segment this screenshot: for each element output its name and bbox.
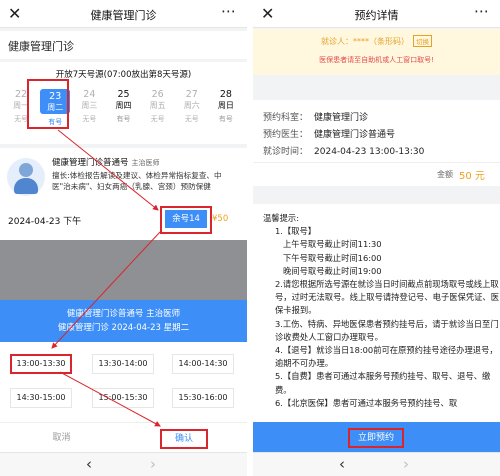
forward-icon[interactable]: › xyxy=(150,455,156,473)
tip-item: 5.【自费】患者可通过本服务号预约挂号、取号、退号、缴费。 xyxy=(275,371,491,395)
patient-notice: 就诊人：****（条形码） 切换 医保患者请至自助机或人工窗口取号! xyxy=(253,29,500,75)
highlight-box-day xyxy=(27,79,69,129)
time-slot-1530[interactable]: 15:30-16:00 xyxy=(172,388,234,408)
tip-item: 下午号取号截止时间16:00 xyxy=(283,252,382,263)
department-name: 健康管理门诊 xyxy=(0,31,247,59)
day-item-28[interactable]: 28 周日 有号 xyxy=(211,86,241,130)
back-icon[interactable]: ‹ xyxy=(86,455,92,473)
right-header: ✕ 预约详情 ⋯ xyxy=(253,0,500,28)
time-slot-1500[interactable]: 15:00-15:30 xyxy=(92,388,154,408)
confirm-button[interactable]: 确认 xyxy=(160,429,208,449)
tips-title: 温馨提示: xyxy=(263,213,299,223)
day-item-27[interactable]: 27 周六 无号 xyxy=(177,86,207,130)
left-screen: ✕ 健康管理门诊 ⋯ 健康管理门诊 开放7天号源(07:00放出第8天号源) 2… xyxy=(0,0,247,476)
day-item-25[interactable]: 25 周四 有号 xyxy=(108,86,138,130)
sheet-header: 健康管理门诊普通号 主治医师 健康管理门诊 2024-04-23 星期二 xyxy=(0,300,247,342)
tip-item: 晚间号取号截止时间19:00 xyxy=(283,265,382,276)
time-slot-1330[interactable]: 13:30-14:00 xyxy=(92,354,154,374)
modal-overlay[interactable] xyxy=(0,240,247,300)
info-row-time: 就诊时间： 2024-04-23 13:00-13:30 xyxy=(263,147,425,157)
left-header: ✕ 健康管理门诊 ⋯ xyxy=(0,0,247,28)
switch-patient-button[interactable]: 切换 xyxy=(413,35,432,47)
price-label: ¥50 xyxy=(212,214,229,224)
highlight-box-remaining xyxy=(160,206,212,234)
slot-date: 2024-04-23 下午 xyxy=(8,217,82,227)
day-item-26[interactable]: 26 周五 无号 xyxy=(143,86,173,130)
insurance-note: 医保患者请至自助机或人工窗口取号! xyxy=(319,56,434,64)
doctor-avatar xyxy=(7,158,45,196)
tips-panel: 温馨提示: 1.【取号】 上午号取号截止时间11:30 下午号取号截止时间16:… xyxy=(253,204,500,422)
patient-line: 就诊人：****（条形码） xyxy=(321,37,409,46)
day-item-24[interactable]: 24 周三 无号 xyxy=(74,86,104,130)
back-icon[interactable]: ‹ xyxy=(339,455,345,473)
cancel-button[interactable]: 取消 xyxy=(0,423,123,453)
action-bar: 取消 确认 xyxy=(0,422,247,452)
time-slot-1400[interactable]: 14:00-14:30 xyxy=(172,354,234,374)
doctor-title: 主治医师 xyxy=(131,159,160,167)
tip-item: 6.【北京医保】患者可通过本服务号预约挂号、取 xyxy=(275,397,458,408)
amount-label: 金额 xyxy=(437,170,453,179)
browser-nav: ‹ › xyxy=(253,452,500,476)
amount-value: 50 元 xyxy=(459,171,485,182)
time-slot-grid: 13:00-13:30 13:30-14:00 14:00-14:30 14:3… xyxy=(0,342,247,422)
time-slot-1430[interactable]: 14:30-15:00 xyxy=(10,388,72,408)
browser-nav: ‹ › xyxy=(0,452,247,476)
sheet-doctor-line: 健康管理门诊普通号 主治医师 xyxy=(66,309,181,319)
tip-item: 3.工伤、特病、异地医保患者预约挂号后，请于就诊当日至门诊收费处人工窗口办理取号… xyxy=(275,318,499,342)
sheet-date-line: 健康管理门诊 2024-04-23 星期二 xyxy=(57,323,190,333)
book-now-button[interactable]: 立即预约 xyxy=(348,428,404,448)
submit-bar: 立即预约 xyxy=(253,422,500,452)
right-screen: ✕ 预约详情 ⋯ 就诊人：****（条形码） 切换 医保患者请至自助机或人工窗口取… xyxy=(253,0,500,476)
more-icon[interactable]: ⋯ xyxy=(474,2,490,20)
tip-item: 上午号取号截止时间11:30 xyxy=(283,239,382,250)
time-slot-1300[interactable]: 13:00-13:30 xyxy=(10,354,72,374)
tip-item: 1.【取号】 xyxy=(275,226,317,237)
page-title: 预约详情 xyxy=(354,9,399,22)
doctor-name: 健康管理门诊普通号 主治医师 xyxy=(52,158,160,168)
tip-item: 4.【退号】就诊当日18:00前可在原预约挂号途径办理退号，逾期不可办理。 xyxy=(275,345,498,369)
info-row-doctor: 预约医生： 健康管理门诊普通号 xyxy=(263,130,396,140)
tip-item: 2.请您根据所选号源在就诊当日时间截点前现场取号或线上取号，过时无法取号。线上取… xyxy=(275,279,500,316)
amount-row: 金额 50 元 xyxy=(253,162,500,186)
more-icon[interactable]: ⋯ xyxy=(221,2,237,20)
forward-icon[interactable]: › xyxy=(403,455,409,473)
doctor-description: 擅长:体检报告解读及建议、体检异常指标复查、中医"治未病"、妇女两癌（乳腺、宫颈… xyxy=(52,171,222,191)
page-title: 健康管理门诊 xyxy=(90,9,157,22)
info-row-dept: 预约科室： 健康管理门诊 xyxy=(263,113,369,123)
